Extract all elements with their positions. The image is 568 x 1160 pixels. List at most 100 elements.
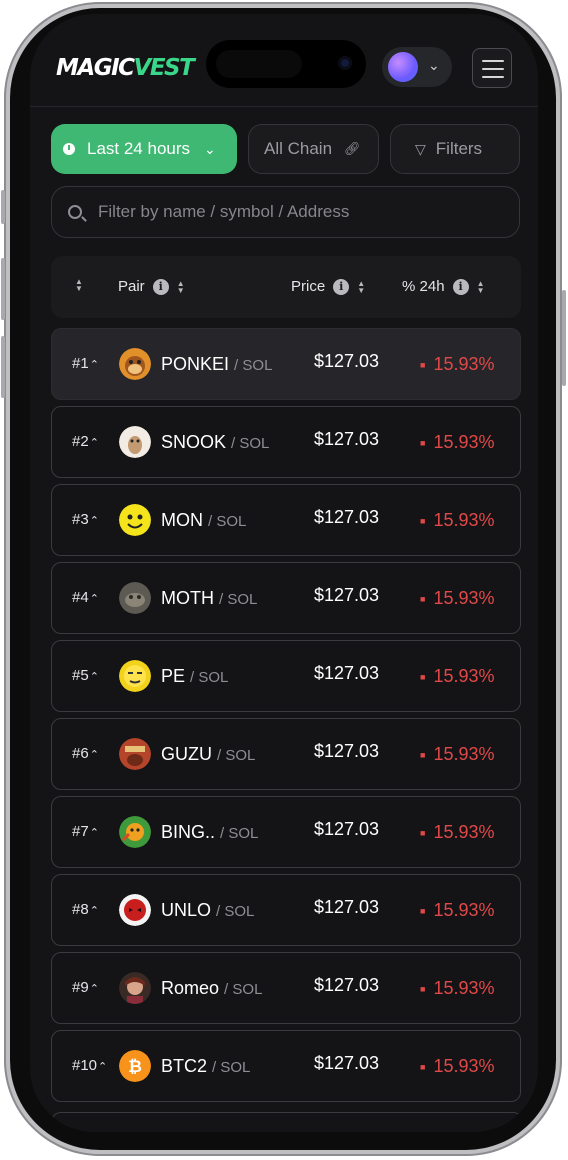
chevrons-up-icon: ⌃	[89, 515, 99, 527]
time-range-dropdown[interactable]: Last 24 hours ⌄	[51, 124, 237, 174]
rank-number: #9	[72, 979, 89, 996]
search-bar[interactable]	[51, 186, 520, 238]
table-row-partial[interactable]	[51, 1112, 523, 1132]
change-cell: ■ 15.93%	[420, 822, 495, 843]
trend-dot-icon: ■	[420, 828, 426, 839]
token-unlo-icon	[119, 894, 151, 926]
table-row[interactable]: #3⌃ MON / SOL $127.03 ■ 15.93%	[51, 484, 521, 556]
table-row[interactable]: #8⌃ UNLO / SOL $127.03 ■ 15.93%	[51, 874, 521, 946]
pair-symbol: MOTH / SOL	[161, 588, 257, 609]
app-screen: MAGICVEST ⌄ Last 24 hours ⌄ All Chain 🔗︎…	[30, 14, 538, 1132]
rank-number: #4	[72, 589, 89, 606]
pair-symbol: PE / SOL	[161, 666, 228, 687]
info-icon[interactable]: i	[152, 278, 169, 295]
change-cell: ■ 15.93%	[420, 354, 495, 375]
rank-cell: #7⌃	[72, 823, 99, 840]
phone-volume-down	[1, 336, 5, 398]
price-column-header[interactable]: Price i ▲ ▼	[291, 278, 365, 295]
price-cell: $127.03	[314, 351, 380, 371]
quote-text: SOL	[198, 669, 229, 686]
filters-button[interactable]: ▽ Filters	[390, 124, 520, 174]
change-value: 15.93%	[433, 744, 495, 764]
rank-cell: #3⌃	[72, 511, 99, 528]
pair-symbol: MON / SOL	[161, 510, 246, 531]
hamburger-menu-button[interactable]	[472, 48, 512, 88]
quote-symbol: / SOL	[208, 513, 247, 530]
price-cell: $127.03	[314, 1053, 380, 1073]
sort-icon: ▲ ▼	[357, 278, 366, 295]
price-header-label: Price	[291, 278, 326, 295]
menu-icon-line	[482, 76, 504, 78]
quote-text: SOL	[242, 357, 273, 374]
quote-symbol: / SOL	[219, 591, 258, 608]
search-icon	[68, 205, 82, 219]
account-switcher[interactable]: ⌄	[382, 47, 452, 87]
sort-icon: ▲ ▼	[476, 278, 485, 295]
info-icon[interactable]: i	[333, 278, 350, 295]
price-cell: $127.03	[314, 819, 380, 839]
trend-dot-icon: ■	[420, 1062, 426, 1073]
table-row[interactable]: #6⌃ GUZU / SOL $127.03 ■ 15.93%	[51, 718, 521, 790]
price-cell: $127.03	[314, 975, 380, 995]
base-symbol: SNOOK	[161, 432, 227, 452]
quote-text: SOL	[228, 825, 259, 842]
table-row[interactable]: #10⌃ ₿ BTC2 / SOL $127.03 ■ 15.93%	[51, 1030, 521, 1102]
rank-cell: #8⌃	[72, 901, 99, 918]
table-row[interactable]: #5⌃ PE / SOL $127.03 ■ 15.93%	[51, 640, 521, 712]
price-cell: $127.03	[314, 897, 380, 917]
trend-dot-icon: ■	[420, 438, 426, 449]
trend-dot-icon: ■	[420, 750, 426, 761]
quote-symbol: / SOL	[231, 435, 270, 452]
svg-text:₿: ₿	[128, 1057, 142, 1077]
pair-symbol: BING.. / SOL	[161, 822, 258, 843]
link-icon: 🔗︎	[344, 141, 361, 156]
trend-dot-icon: ■	[420, 594, 426, 605]
table-row[interactable]: #1⌃ PONKEI / SOL $127.03 ■ 15.93%	[51, 328, 521, 400]
quote-text: SOL	[227, 591, 258, 608]
pair-symbol: SNOOK / SOL	[161, 432, 269, 453]
table-row[interactable]: #4⌃ MOTH / SOL $127.03 ■ 15.93%	[51, 562, 521, 634]
dynamic-island	[206, 40, 366, 88]
token-ponkei-icon	[119, 348, 151, 380]
rank-sort-control[interactable]: ▲ ▼	[75, 277, 83, 293]
sort-icon: ▲ ▼	[75, 277, 83, 293]
change-column-header[interactable]: % 24h i ▲ ▼	[402, 278, 485, 295]
base-symbol: BTC2	[161, 1056, 208, 1076]
info-icon[interactable]: i	[452, 278, 469, 295]
brand-logo[interactable]: MAGICVEST	[56, 55, 195, 81]
sort-icon: ▲ ▼	[176, 278, 185, 295]
price-cell: $127.03	[314, 741, 380, 761]
change-cell: ■ 15.93%	[420, 744, 495, 765]
pair-symbol: GUZU / SOL	[161, 744, 255, 765]
rank-number: #6	[72, 745, 89, 762]
menu-icon	[482, 60, 504, 62]
price-cell: $127.03	[314, 429, 380, 449]
price-cell: $127.03	[314, 663, 380, 683]
rank-cell: #6⌃	[72, 745, 99, 762]
token-bing-icon	[119, 816, 151, 848]
chain-selector[interactable]: All Chain 🔗︎	[248, 124, 379, 174]
table-header: ▲ ▼ Pair i ▲ ▼ Price i ▲ ▼ % 24h i ▲ ▼	[51, 256, 521, 318]
table-row[interactable]: #7⌃ BING.. / SOL $127.03 ■ 15.93%	[51, 796, 521, 868]
time-range-label: Last 24 hours	[87, 139, 191, 158]
change-cell: ■ 15.93%	[420, 900, 495, 921]
quote-text: SOL	[225, 747, 256, 764]
chevrons-up-icon: ⌃	[89, 671, 99, 683]
filters-label: Filters	[435, 139, 483, 158]
pair-symbol: PONKEI / SOL	[161, 354, 272, 375]
change-value: 15.93%	[433, 354, 495, 374]
token-snook-icon	[119, 426, 151, 458]
table-row[interactable]: #2⌃ SNOOK / SOL $127.03 ■ 15.93%	[51, 406, 521, 478]
base-symbol: PE	[161, 666, 186, 686]
change-cell: ■ 15.93%	[420, 510, 495, 531]
change-cell: ■ 15.93%	[420, 1056, 495, 1077]
top-bar: MAGICVEST ⌄	[30, 14, 538, 107]
trend-dot-icon: ■	[420, 984, 426, 995]
pair-column-header[interactable]: Pair i ▲ ▼	[118, 278, 185, 295]
table-row[interactable]: #9⌃ Romeo / SOL $127.03 ■ 15.93%	[51, 952, 521, 1024]
logo-main-text: MAGIC	[56, 55, 135, 81]
island-sensor	[216, 50, 302, 78]
search-input[interactable]	[96, 201, 480, 223]
base-symbol: UNLO	[161, 900, 212, 920]
front-camera	[338, 56, 352, 70]
